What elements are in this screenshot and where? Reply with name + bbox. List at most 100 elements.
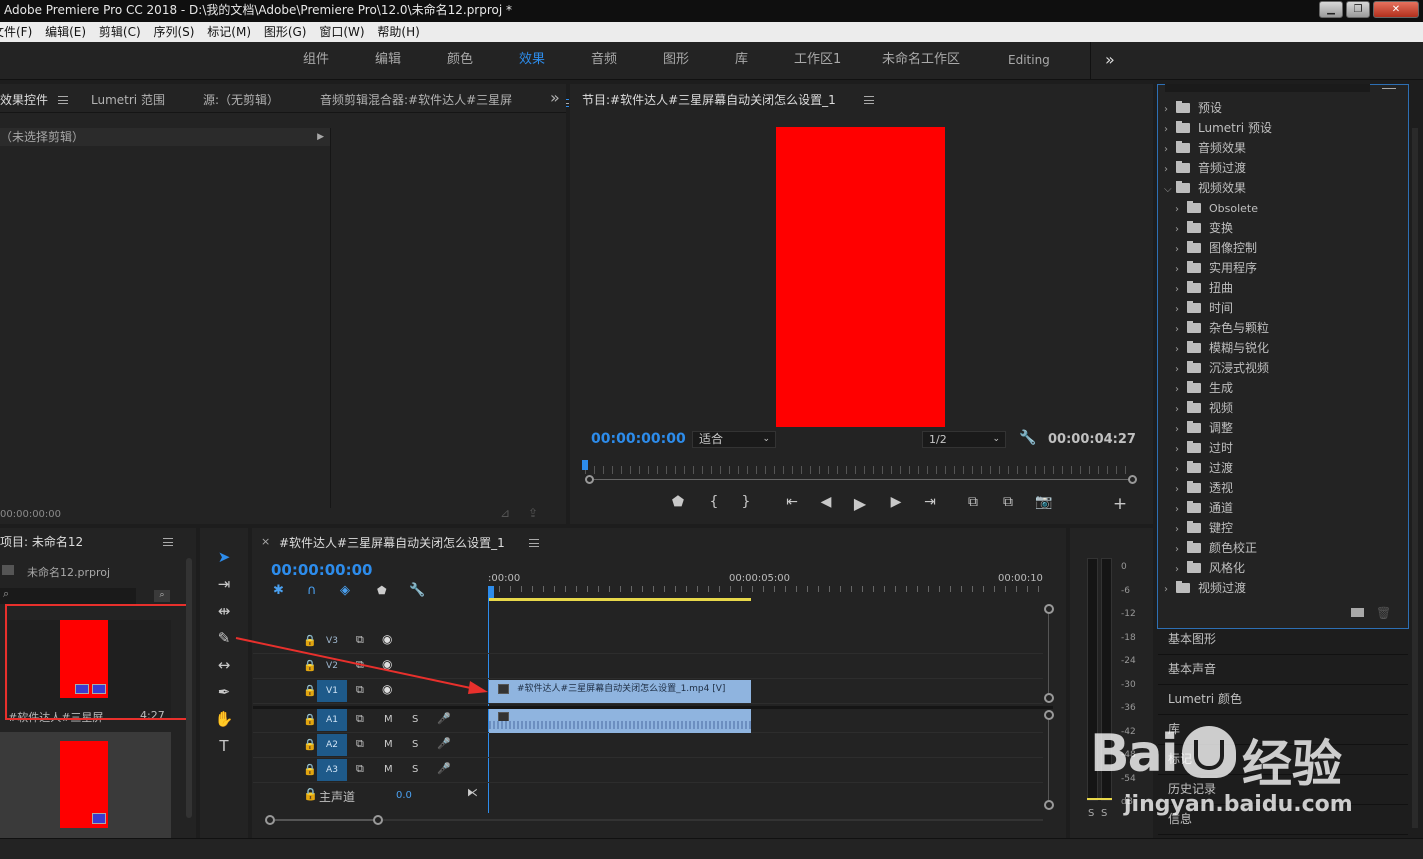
section-history[interactable]: 历史记录: [1158, 775, 1408, 805]
chevron-right-icon[interactable]: ›: [1175, 280, 1187, 300]
fit-dropdown[interactable]: 适合 ⌄: [692, 431, 776, 448]
wrench-icon[interactable]: 🔧: [1019, 430, 1036, 446]
effects-tree-item[interactable]: › 预设: [1164, 98, 1222, 118]
mute-icon[interactable]: M: [384, 764, 393, 775]
new-bin-icon[interactable]: [1351, 608, 1364, 617]
effects-tree-item[interactable]: › 过渡: [1175, 458, 1233, 478]
video-clip[interactable]: #软件达人#三星屏幕自动关闭怎么设置_1.mp4 [V]: [489, 680, 751, 703]
mark-out-icon[interactable]: }: [736, 494, 756, 510]
effects-tree-item[interactable]: › 杂色与颗粒: [1175, 318, 1269, 338]
menu-graphics[interactable]: 图形(G): [264, 22, 307, 42]
vscroll-track[interactable]: [1048, 614, 1049, 694]
effects-tree-item[interactable]: › 视频过渡: [1164, 578, 1246, 598]
track-target-a3[interactable]: A3: [317, 759, 347, 781]
effects-tree-item[interactable]: › 风格化: [1175, 558, 1245, 578]
effects-tree-item[interactable]: › 扭曲: [1175, 278, 1233, 298]
chevron-right-icon[interactable]: ›: [1175, 360, 1187, 380]
chevron-right-icon[interactable]: ›: [1175, 340, 1187, 360]
lock-icon[interactable]: 🔒: [303, 787, 318, 801]
ripple-edit-tool-icon[interactable]: ⇹: [212, 600, 236, 622]
tab-lumetri-scopes[interactable]: Lumetri 范围: [91, 91, 165, 108]
playhead[interactable]: [488, 586, 494, 598]
chevron-right-icon[interactable]: ›: [1175, 240, 1187, 260]
lift-icon[interactable]: ⧉: [963, 494, 983, 510]
add-marker-icon[interactable]: ◈: [340, 583, 350, 598]
scroll-handle[interactable]: [1044, 604, 1054, 614]
menu-help[interactable]: 帮助(H): [377, 22, 419, 42]
work-area-bar[interactable]: [489, 598, 751, 601]
chevron-right-icon[interactable]: ›: [1175, 500, 1187, 520]
section-essential-graphics[interactable]: 基本图形: [1158, 625, 1408, 655]
section-lumetri-color[interactable]: Lumetri 颜色: [1158, 685, 1408, 715]
tab-audio-clip-mixer[interactable]: 音频剪辑混合器:#软件达人#三星屏: [320, 91, 530, 108]
timeline-ruler[interactable]: [488, 586, 1043, 592]
solo-icon[interactable]: S: [412, 714, 418, 725]
track-select-tool-icon[interactable]: ⇥: [212, 573, 236, 595]
vscroll-track[interactable]: [1048, 720, 1049, 800]
lock-icon[interactable]: 🔒: [303, 763, 317, 776]
chevron-right-icon[interactable]: ›: [1175, 380, 1187, 400]
sync-lock-icon[interactable]: ⧉: [356, 737, 364, 751]
effects-tree-item[interactable]: › 图像控制: [1175, 238, 1257, 258]
snap-icon[interactable]: ✱: [273, 583, 284, 598]
effects-tree-item[interactable]: ⌵ 视频效果: [1164, 178, 1246, 198]
resolution-dropdown[interactable]: 1/2 ⌄: [922, 431, 1006, 448]
section-essential-sound[interactable]: 基本声音: [1158, 655, 1408, 685]
effects-tree-item[interactable]: › 视频: [1175, 398, 1233, 418]
marker-icon[interactable]: ⬟: [377, 584, 387, 597]
close-tab-icon[interactable]: ×: [261, 535, 270, 548]
wrench-icon[interactable]: 🔧: [409, 583, 425, 598]
chevron-right-icon[interactable]: ›: [1175, 480, 1187, 500]
chevron-right-icon[interactable]: ›: [1175, 300, 1187, 320]
chevron-right-icon[interactable]: ›: [1175, 200, 1187, 220]
export-frame-icon[interactable]: 📷: [1034, 494, 1054, 510]
chevron-right-icon[interactable]: ›: [1175, 440, 1187, 460]
effects-tree-item[interactable]: › 音频效果: [1164, 138, 1246, 158]
hscroll-handle[interactable]: [373, 815, 383, 825]
hscroll-track[interactable]: [383, 819, 1043, 821]
type-tool-icon[interactable]: T: [212, 735, 236, 757]
effects-tree-item[interactable]: › 模糊与锐化: [1175, 338, 1269, 358]
microphone-icon[interactable]: 🎤: [437, 712, 451, 725]
effects-tree-item[interactable]: › 实用程序: [1175, 258, 1257, 278]
filter-icon[interactable]: ⊿: [500, 506, 510, 520]
effects-tree-item[interactable]: › 调整: [1175, 418, 1233, 438]
workspace-editing[interactable]: 编辑: [375, 42, 401, 80]
scroll-handle[interactable]: [1044, 710, 1054, 720]
zoom-handle-left[interactable]: [585, 475, 594, 484]
effects-tree-item[interactable]: › 通道: [1175, 498, 1233, 518]
chevron-down-icon[interactable]: ⌵: [1164, 180, 1176, 200]
panel-menu-icon[interactable]: [864, 96, 874, 104]
scroll-handle[interactable]: [1044, 693, 1054, 703]
scroll-handle[interactable]: [1044, 800, 1054, 810]
selection-tool-icon[interactable]: ➤: [212, 546, 236, 568]
effects-tree-item[interactable]: › 生成: [1175, 378, 1233, 398]
hand-tool-icon[interactable]: ✋: [212, 708, 236, 730]
solo-right[interactable]: S: [1101, 808, 1107, 819]
go-to-in-icon[interactable]: ⇤: [782, 494, 802, 510]
project-scrollbar[interactable]: [186, 558, 192, 818]
mute-icon[interactable]: M: [384, 714, 393, 725]
menu-marker[interactable]: 标记(M): [207, 22, 251, 42]
track-target-a1[interactable]: A1: [317, 709, 347, 731]
find-icon[interactable]: ⌕: [154, 590, 170, 602]
solo-icon[interactable]: S: [412, 739, 418, 750]
workspace-color[interactable]: 颜色: [447, 42, 473, 80]
panel-menu-icon[interactable]: [529, 539, 539, 547]
effects-tree-item[interactable]: › 键控: [1175, 518, 1233, 538]
track-target-a2[interactable]: A2: [317, 734, 347, 756]
panel-menu-icon[interactable]: [1382, 84, 1396, 89]
tab-source[interactable]: 源:（无剪辑）: [203, 91, 279, 108]
timeline-timecode[interactable]: 00:00:00:00: [271, 561, 373, 579]
chevron-right-icon[interactable]: ›: [1175, 260, 1187, 280]
sync-lock-icon[interactable]: ⧉: [356, 712, 364, 726]
chevron-right-icon[interactable]: ›: [1175, 520, 1187, 540]
menu-edit[interactable]: 编辑(E): [45, 22, 86, 42]
tab-effect-controls[interactable]: 效果控件: [0, 91, 48, 108]
effects-tree-item[interactable]: › 变换: [1175, 218, 1233, 238]
zoom-bar[interactable]: [590, 479, 1133, 480]
effects-search-input[interactable]: [1165, 84, 1370, 92]
menu-file[interactable]: 文件(F): [0, 22, 32, 42]
panel-menu-icon[interactable]: [58, 96, 68, 104]
workspace-effects[interactable]: 效果: [519, 42, 545, 80]
